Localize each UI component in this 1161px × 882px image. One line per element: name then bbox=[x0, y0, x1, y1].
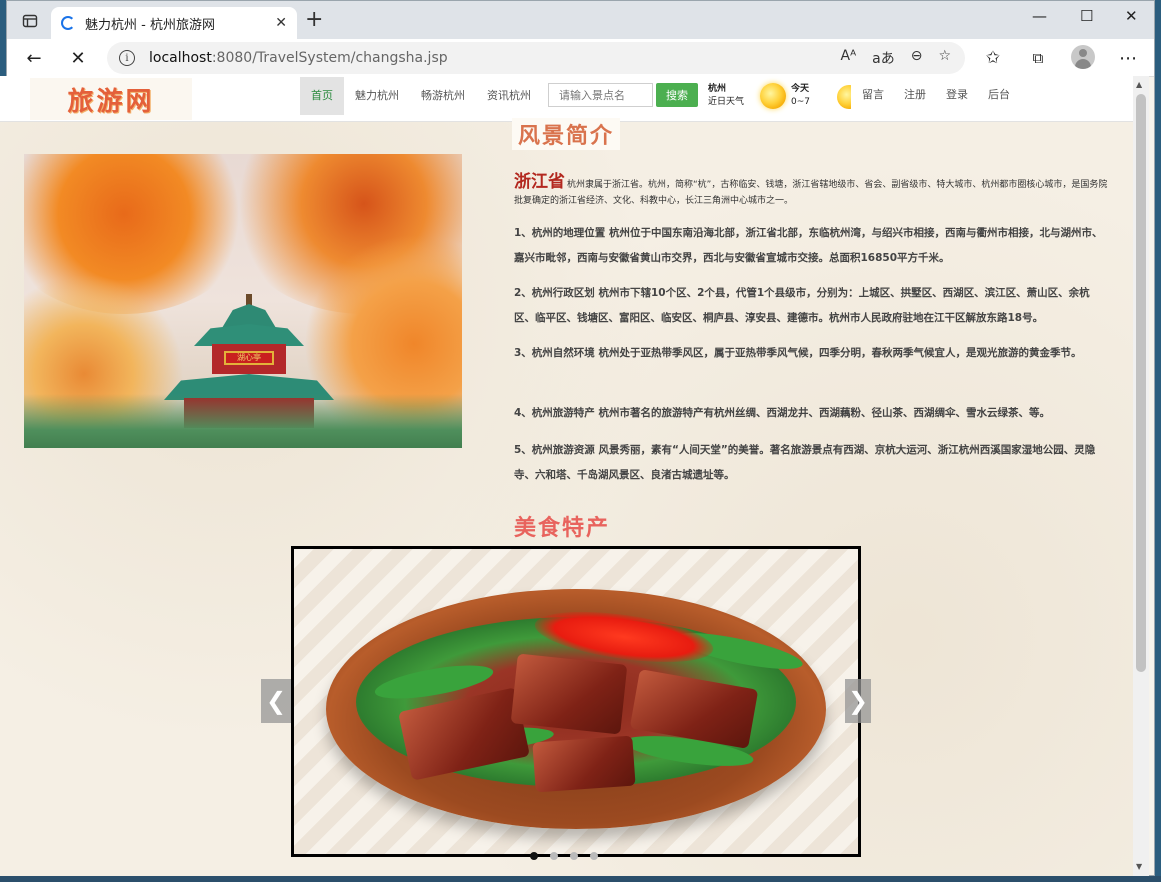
maximize-icon[interactable]: ☐ bbox=[1080, 7, 1093, 25]
carousel-indicators bbox=[530, 852, 598, 860]
main-nav: 首页 魅力杭州 畅游杭州 资讯杭州 bbox=[300, 76, 542, 122]
intro-text: 杭州隶属于浙江省。杭州，简称“杭”，古称临安、钱塘，浙江省辖地级市、省会、副省级… bbox=[514, 180, 1108, 206]
food-carousel[interactable] bbox=[291, 546, 861, 857]
scenery-paragraph: 1、杭州的地理位置 杭州位于中国东南沿海北部，浙江省北部，东临杭州湾，与绍兴市相… bbox=[514, 227, 1103, 264]
sunny-weather-icon-partial bbox=[835, 83, 851, 109]
address-bar-actions: Aᴬ aあ ⊖ ☆ bbox=[841, 48, 952, 68]
weather-today-label: 今天 bbox=[791, 84, 810, 94]
scroll-up-icon[interactable]: ▲ bbox=[1136, 80, 1142, 89]
scenery-paragraph: 2、杭州行政区划 杭州市下辖10个区、2个县，代管1个县级市，分别为：上城区、拱… bbox=[514, 287, 1090, 324]
url-path: :8080/TravelSystem/changsha.jsp bbox=[211, 50, 448, 66]
back-arrow-icon[interactable]: ← bbox=[23, 47, 45, 69]
page-scrollbar[interactable]: ▲ ▼ bbox=[1133, 76, 1149, 876]
loading-spinner-icon bbox=[61, 16, 75, 30]
scenery-image: 湖心亭 bbox=[24, 154, 462, 448]
site-header: 旅游网 首页 魅力杭州 畅游杭州 资讯杭州 搜索 杭州 近日天气 今天 0~7 … bbox=[0, 76, 1133, 122]
minimize-icon[interactable]: — bbox=[1032, 7, 1047, 25]
profile-avatar[interactable] bbox=[1071, 45, 1095, 69]
nav-news[interactable]: 资讯杭州 bbox=[476, 77, 542, 115]
message-link[interactable]: 留言 bbox=[852, 76, 894, 114]
province-name: 浙江省 bbox=[514, 172, 565, 192]
carousel-dot[interactable] bbox=[530, 852, 538, 860]
carousel-dot[interactable] bbox=[550, 852, 558, 860]
weather-subtitle: 近日天气 bbox=[708, 97, 745, 107]
site-info-icon[interactable]: i bbox=[119, 50, 135, 66]
scenery-paragraph: 4、杭州旅游特产 杭州市著名的旅游特产有杭州丝绸、西湖龙井、西湖藕粉、径山茶、西… bbox=[514, 407, 1050, 419]
logo-text: 旅游网 bbox=[67, 86, 155, 117]
site-logo[interactable]: 旅游网 bbox=[30, 78, 192, 120]
new-tab-icon[interactable]: + bbox=[305, 9, 323, 31]
stop-loading-icon[interactable]: ✕ bbox=[67, 47, 89, 69]
immersive-reader-icon[interactable]: aあ bbox=[872, 48, 895, 68]
read-aloud-icon[interactable]: Aᴬ bbox=[841, 48, 857, 68]
scenery-intro: 浙江省 杭州隶属于浙江省。杭州，简称“杭”，古称临安、钱塘，浙江省辖地级市、省会、… bbox=[514, 174, 1110, 209]
tab-close-icon[interactable]: ✕ bbox=[275, 15, 287, 31]
os-taskbar bbox=[0, 876, 1161, 882]
tab-actions-icon bbox=[22, 14, 38, 28]
pavilion-sign: 湖心亭 bbox=[224, 351, 274, 365]
add-favorite-icon[interactable]: ☆ bbox=[938, 48, 951, 68]
search-input[interactable] bbox=[548, 83, 653, 107]
nav-charm[interactable]: 魅力杭州 bbox=[344, 77, 410, 115]
carousel-next-arrow-icon[interactable]: ❯ bbox=[845, 679, 871, 723]
tab-actions-button[interactable] bbox=[19, 10, 41, 32]
tab-bar: 魅力杭州 - 杭州旅游网 ✕ + — ☐ ✕ bbox=[7, 1, 1154, 39]
scroll-down-icon[interactable]: ▼ bbox=[1136, 862, 1142, 871]
address-bar[interactable]: i localhost:8080/TravelSystem/changsha.j… bbox=[107, 42, 965, 74]
url-host: localhost bbox=[149, 50, 212, 66]
carousel-prev-arrow-icon[interactable]: ❮ bbox=[261, 679, 291, 723]
zoom-out-icon[interactable]: ⊖ bbox=[911, 48, 923, 68]
scrollbar-thumb[interactable] bbox=[1136, 94, 1146, 672]
login-link[interactable]: 登录 bbox=[936, 76, 978, 114]
carousel-dot[interactable] bbox=[570, 852, 578, 860]
weather-city-block: 杭州 近日天气 bbox=[708, 83, 744, 109]
sunny-weather-icon bbox=[760, 83, 786, 109]
user-links: 留言 注册 登录 后台 bbox=[852, 76, 1020, 114]
food-section-title: 美食特产 bbox=[514, 516, 611, 541]
favorites-icon[interactable]: ✩ bbox=[982, 47, 1004, 69]
nav-home[interactable]: 首页 bbox=[300, 77, 344, 115]
weather-city: 杭州 bbox=[708, 84, 727, 94]
carousel-dot[interactable] bbox=[590, 852, 598, 860]
register-link[interactable]: 注册 bbox=[894, 76, 936, 114]
scenery-paragraph: 5、杭州旅游资源 风景秀丽，素有“人间天堂”的美誉。著名旅游景点有西湖、京杭大运… bbox=[514, 444, 1096, 481]
window-close-icon[interactable]: ✕ bbox=[1125, 7, 1138, 25]
scenery-section-title: 风景简介 bbox=[512, 118, 621, 150]
tab-title: 魅力杭州 - 杭州旅游网 bbox=[85, 17, 215, 33]
weather-today-temp: 0~7 bbox=[791, 97, 810, 107]
collections-icon[interactable]: ⧉ bbox=[1027, 47, 1049, 69]
search-button[interactable]: 搜索 bbox=[656, 83, 698, 107]
page-viewport: 旅游网 首页 魅力杭州 畅游杭州 资讯杭州 搜索 杭州 近日天气 今天 0~7 … bbox=[0, 76, 1133, 876]
food-slide-image bbox=[294, 549, 858, 854]
admin-link[interactable]: 后台 bbox=[978, 76, 1020, 114]
nav-tour[interactable]: 畅游杭州 bbox=[410, 77, 476, 115]
browser-toolbar: ← ✕ i localhost:8080/TravelSystem/changs… bbox=[7, 39, 1154, 77]
browser-tab-active[interactable]: 魅力杭州 - 杭州旅游网 ✕ bbox=[51, 7, 297, 39]
more-menu-icon[interactable]: ⋯ bbox=[1117, 47, 1139, 69]
scenery-paragraph: 3、杭州自然环境 杭州处于亚热带季风区，属于亚热带季风气候，四季分明，春秋两季气… bbox=[514, 347, 1082, 359]
weather-today-block: 今天 0~7 bbox=[791, 83, 810, 109]
